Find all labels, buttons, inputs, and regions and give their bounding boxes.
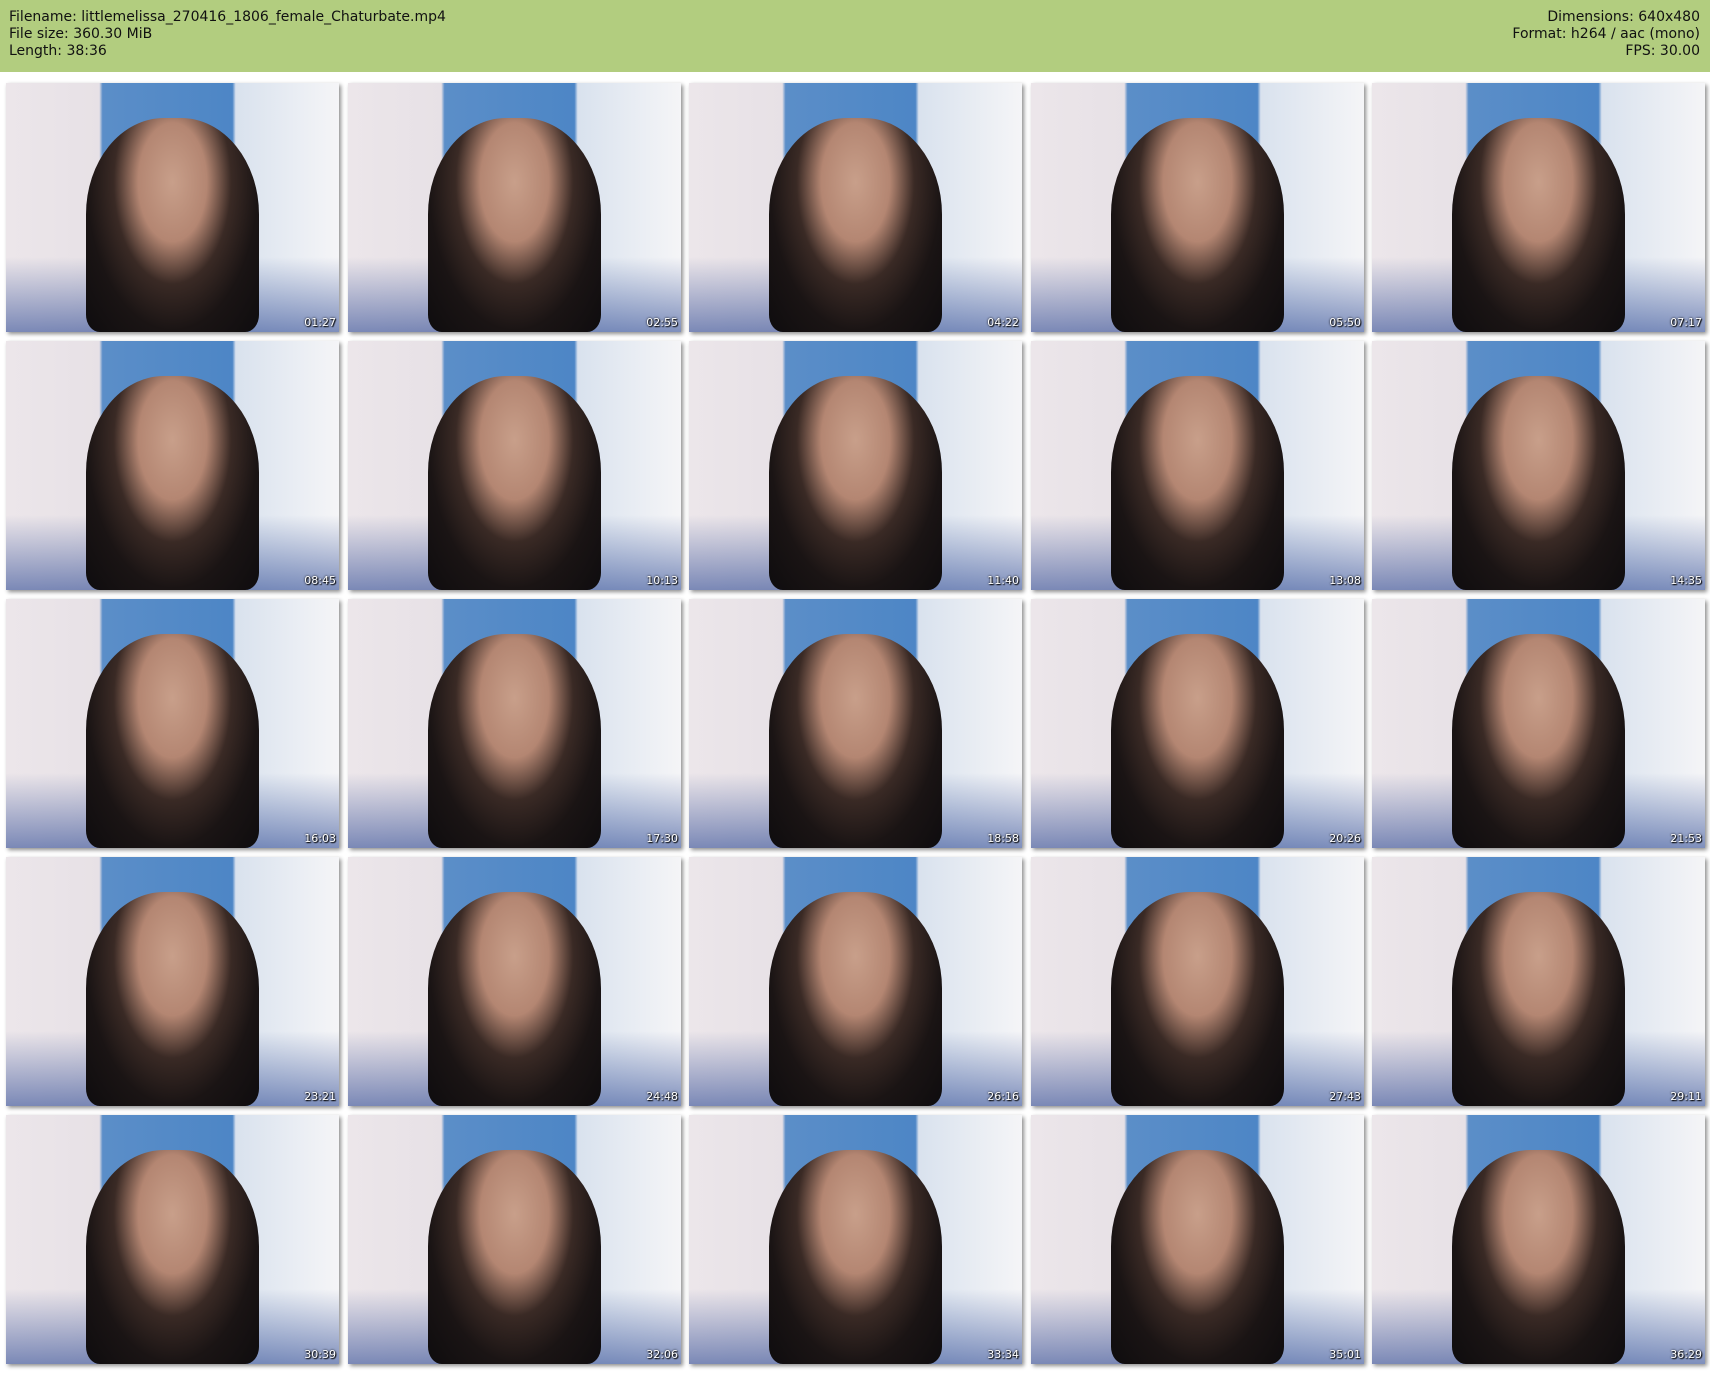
thumbnail-timestamp: 33:34 [987,1348,1019,1361]
thumbnail-timestamp: 36:29 [1670,1348,1702,1361]
video-thumbnail: 13:08 [1031,341,1364,590]
video-thumbnail: 18:58 [689,599,1022,848]
thumbnail-person [1110,891,1285,1106]
thumbnail-person [768,117,943,332]
thumbnail-person [1110,633,1285,848]
thumbnail-person [1451,891,1626,1106]
thumbnail-person [768,891,943,1106]
thumbnail-person [1451,633,1626,848]
video-thumbnail: 05:50 [1031,83,1364,332]
video-thumbnail: 23:21 [6,857,339,1106]
video-thumbnail: 17:30 [348,599,681,848]
video-thumbnail: 14:35 [1372,341,1705,590]
thumbnail-person [85,633,260,848]
thumbnail-timestamp: 01:27 [304,316,336,329]
video-thumbnail: 36:29 [1372,1115,1705,1364]
thumbnail-person [768,375,943,590]
thumbnail-timestamp: 10:13 [646,574,678,587]
video-thumbnail: 02:55 [348,83,681,332]
video-thumbnail: 16:03 [6,599,339,848]
thumbnail-person [427,891,602,1106]
video-thumbnail: 11:40 [689,341,1022,590]
thumbnail-timestamp: 30:39 [304,1348,336,1361]
video-thumbnail: 04:22 [689,83,1022,332]
thumbnail-timestamp: 07:17 [1670,316,1702,329]
thumbnail-person [427,117,602,332]
thumbnail-timestamp: 08:45 [304,574,336,587]
thumbnail-person [1110,117,1285,332]
thumbnail-person [427,375,602,590]
thumbnail-timestamp: 23:21 [304,1090,336,1103]
video-thumbnail: 27:43 [1031,857,1364,1106]
thumbnail-person [427,1149,602,1364]
thumbnail-person [768,1149,943,1364]
thumbnail-grid: 01:27 02:55 04:22 05:50 07:17 08:45 10:13 11:40… [0,0,1710,1373]
thumbnail-timestamp: 26:16 [987,1090,1019,1103]
thumbnail-timestamp: 24:48 [646,1090,678,1103]
thumbnail-timestamp: 20:26 [1329,832,1361,845]
thumbnail-person [1451,117,1626,332]
thumbnail-timestamp: 35:01 [1329,1348,1361,1361]
thumbnail-timestamp: 29:11 [1670,1090,1702,1103]
thumbnail-person [1451,1149,1626,1364]
thumbnail-timestamp: 21:53 [1670,832,1702,845]
video-thumbnail: 10:13 [348,341,681,590]
video-thumbnail: 07:17 [1372,83,1705,332]
thumbnail-person [85,1149,260,1364]
video-thumbnail: 20:26 [1031,599,1364,848]
video-thumbnail: 35:01 [1031,1115,1364,1364]
thumbnail-person [1110,375,1285,590]
thumbnail-timestamp: 27:43 [1329,1090,1361,1103]
thumbnail-timestamp: 13:08 [1329,574,1361,587]
thumbnail-timestamp: 17:30 [646,832,678,845]
video-thumbnail: 33:34 [689,1115,1022,1364]
thumbnail-person [85,891,260,1106]
thumbnail-timestamp: 02:55 [646,316,678,329]
video-thumbnail: 32:06 [348,1115,681,1364]
video-thumbnail: 29:11 [1372,857,1705,1106]
thumbnail-person [85,117,260,332]
thumbnail-person [85,375,260,590]
thumbnail-timestamp: 32:06 [646,1348,678,1361]
thumbnail-timestamp: 14:35 [1670,574,1702,587]
thumbnail-person [1110,1149,1285,1364]
thumbnail-person [427,633,602,848]
thumbnail-person [1451,375,1626,590]
video-thumbnail: 24:48 [348,857,681,1106]
video-thumbnail: 30:39 [6,1115,339,1364]
thumbnail-timestamp: 05:50 [1329,316,1361,329]
thumbnail-timestamp: 16:03 [304,832,336,845]
thumbnail-person [768,633,943,848]
video-thumbnail: 26:16 [689,857,1022,1106]
video-thumbnail: 21:53 [1372,599,1705,848]
video-thumbnail: 08:45 [6,341,339,590]
thumbnail-timestamp: 18:58 [987,832,1019,845]
thumbnail-timestamp: 04:22 [987,316,1019,329]
video-thumbnail: 01:27 [6,83,339,332]
thumbnail-timestamp: 11:40 [987,574,1019,587]
